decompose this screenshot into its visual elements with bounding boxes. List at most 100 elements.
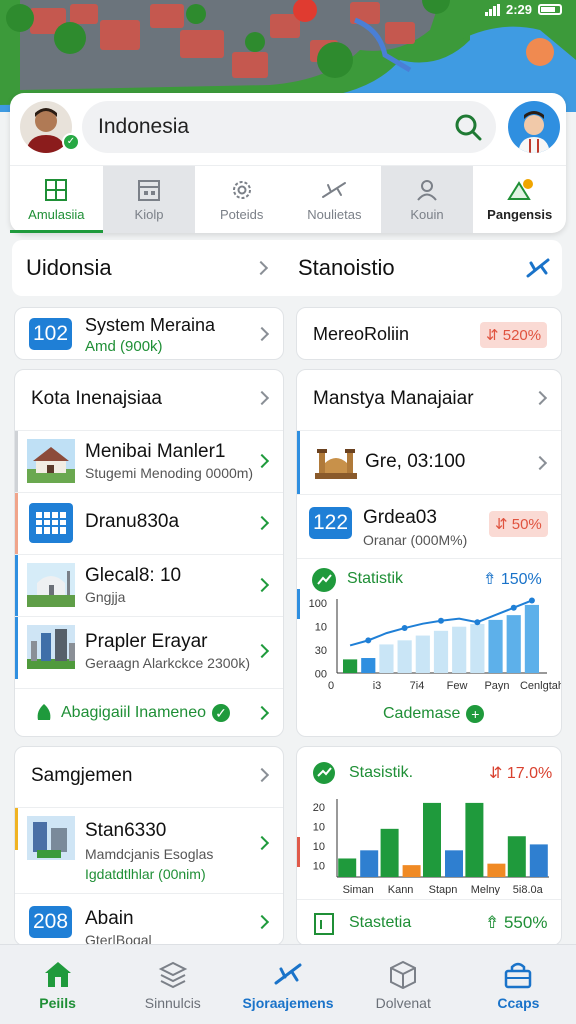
bar <box>338 858 357 877</box>
bar <box>445 850 463 877</box>
y-tick-label: 10 <box>313 861 325 873</box>
statistik-card: Stasistik. ⇵ 17.0% 20 10 10 10 Siman Kann Stap… <box>296 746 562 946</box>
mosque-image <box>27 563 75 607</box>
nav-label: Ccaps <box>497 994 540 1011</box>
clock: 2:29 <box>505 2 532 17</box>
y-tick-label: 10 <box>313 841 325 853</box>
row-title: Gre, 03:100 <box>365 451 466 472</box>
bar <box>423 802 441 877</box>
monument-icon <box>315 449 357 479</box>
online-check-icon: ✓ <box>62 133 80 151</box>
tab-poteids[interactable]: Poteids <box>195 166 288 233</box>
search-bar <box>82 101 496 153</box>
nav-dolvenat[interactable]: Dolvenat <box>346 945 461 1024</box>
x-tick-label: 0 <box>328 680 334 692</box>
x-tick-label: i3 <box>373 680 382 692</box>
list-item[interactable]: Stan6330 Mamdcjanis Esoglas Igdatdtlhlar… <box>15 807 283 893</box>
chevron-right-icon[interactable] <box>254 390 270 406</box>
list-item[interactable]: Menibai Manler1 Stugemi Menoding 0000m) <box>15 430 283 493</box>
bar <box>360 850 379 877</box>
tab-label: Noulietas <box>307 207 362 222</box>
tab-label: Kiolp <box>134 207 164 222</box>
list-item[interactable]: 208 Abain Gter|Boqal <box>15 893 283 945</box>
profile-avatar[interactable] <box>508 101 560 153</box>
bar <box>465 802 484 877</box>
house-image <box>27 439 75 483</box>
card-title: Samgjemen <box>31 765 133 786</box>
bar <box>529 844 548 877</box>
footer-link-label: Abagigaiil Inameneo <box>61 704 206 721</box>
row-title: Dranu830a <box>85 511 180 532</box>
list-item[interactable]: Gre, 03:100 <box>297 430 561 495</box>
chart-icon <box>506 179 533 200</box>
trend-point <box>365 637 372 644</box>
bar <box>402 865 421 877</box>
percent-value: 17.0% <box>506 765 553 782</box>
category-tabs: Amulasiia Kiolp Poteids Noulietas Kouin … <box>10 165 566 233</box>
bar <box>380 828 399 877</box>
tab-noulietas[interactable]: Noulietas <box>288 166 381 233</box>
statistik-bar-chart: 20 10 10 10 Siman Kann Stapn Melny 5i8.0a <box>313 799 549 895</box>
city-image <box>27 625 75 669</box>
manstya-card: Manstya Manajaiar Gre, 03:100 122 Grdea0… <box>296 369 562 737</box>
system-card[interactable]: 102 System Meraina Amd (900k) <box>14 307 284 360</box>
y-tick-label: 30 <box>315 645 327 657</box>
nav-home[interactable]: Peiils <box>0 945 115 1024</box>
trend-point <box>401 625 408 632</box>
x-tick-label: Few <box>447 680 468 692</box>
chevron-right-icon[interactable] <box>532 390 548 406</box>
footer-link[interactable]: Cademase + <box>383 705 485 723</box>
footer-link[interactable]: Abagigaiil Inameneo ✓ <box>33 703 230 723</box>
x-tick-label: Kann <box>388 884 414 895</box>
chart-section: Statistik ⇮ 150% 100 10 30 00 0 i3 7i4 Few Payn C… <box>297 558 561 736</box>
tab-label: Pangensis <box>487 207 553 222</box>
samgjemen-card: Samgjemen Stan6330 Mamdcjanis Esoglas Ig… <box>14 746 284 946</box>
tab-amulasiia[interactable]: Amulasiia <box>10 166 103 233</box>
chevron-right-icon <box>254 515 270 531</box>
tab-kiolp[interactable]: Kiolp <box>102 166 196 233</box>
nav-sjoraajemens[interactable]: Sjoraajemens <box>230 945 345 1024</box>
chat-stat-icon <box>313 762 335 784</box>
percent-value: 150% <box>500 571 542 588</box>
search-icon[interactable] <box>454 113 482 141</box>
bar <box>488 619 503 673</box>
section-title: Stanoistio <box>298 255 395 280</box>
nav-ccaps[interactable]: Ccaps <box>461 945 576 1024</box>
row-title: Grdea03 <box>363 507 437 528</box>
row-title: Glecal8: 10 <box>85 565 182 586</box>
list-item[interactable]: 122 Grdea03 Oranar (000M%) ⇵ 50% <box>297 494 561 558</box>
percent-badge: ⇵ 520% <box>480 322 548 348</box>
nav-sinnulcis[interactable]: Sinnulcis <box>115 945 230 1024</box>
percent-value: 550% <box>503 913 548 932</box>
y-tick-label: 00 <box>315 668 327 680</box>
airplane-icon <box>526 258 550 278</box>
accent-bar <box>297 431 300 495</box>
bottom-nav: Peiils Sinnulcis Sjoraajemens Dolvenat C… <box>0 944 576 1024</box>
card-footer[interactable]: Stastetia ⇮ 550% <box>297 899 561 945</box>
nav-label: Peiils <box>39 994 76 1011</box>
tab-kouin[interactable]: Kouin <box>380 166 474 233</box>
y-tick-label: 100 <box>309 598 327 610</box>
tab-label: Kouin <box>410 207 444 222</box>
header-card: ✓ Amulasiia Kiolp Poteids Noul <box>10 93 566 233</box>
bar <box>524 604 539 673</box>
tab-pangensis[interactable]: Pangensis <box>473 166 566 233</box>
list-item[interactable]: Dranu830a <box>15 492 283 555</box>
row-title: Abain <box>85 908 134 929</box>
section-uidonsia[interactable]: Uidonsia <box>12 240 286 296</box>
bag-icon <box>505 962 532 988</box>
tab-label: Amulasiia <box>28 207 85 222</box>
chevron-right-icon[interactable] <box>254 767 270 783</box>
leaf-icon <box>37 704 51 720</box>
card-footer[interactable]: Abagigaiil Inameneo ✓ <box>15 688 283 736</box>
mereo-card[interactable]: MereoRoliin ⇵ 520% <box>296 307 562 360</box>
footer-link-label: Cademase <box>383 705 461 722</box>
list-item[interactable]: Prapler Erayar Geraagn Alarkckce 2300k) <box>15 616 283 688</box>
search-input[interactable] <box>98 113 438 141</box>
list-item[interactable]: Glecal8: 10 Gngjja <box>15 554 283 617</box>
chart-title: Statistik <box>347 570 404 587</box>
signal-icon <box>484 3 500 16</box>
chevron-right-icon <box>532 455 548 471</box>
bar <box>379 644 394 673</box>
section-stanoistio[interactable]: Stanoistio <box>286 240 562 296</box>
